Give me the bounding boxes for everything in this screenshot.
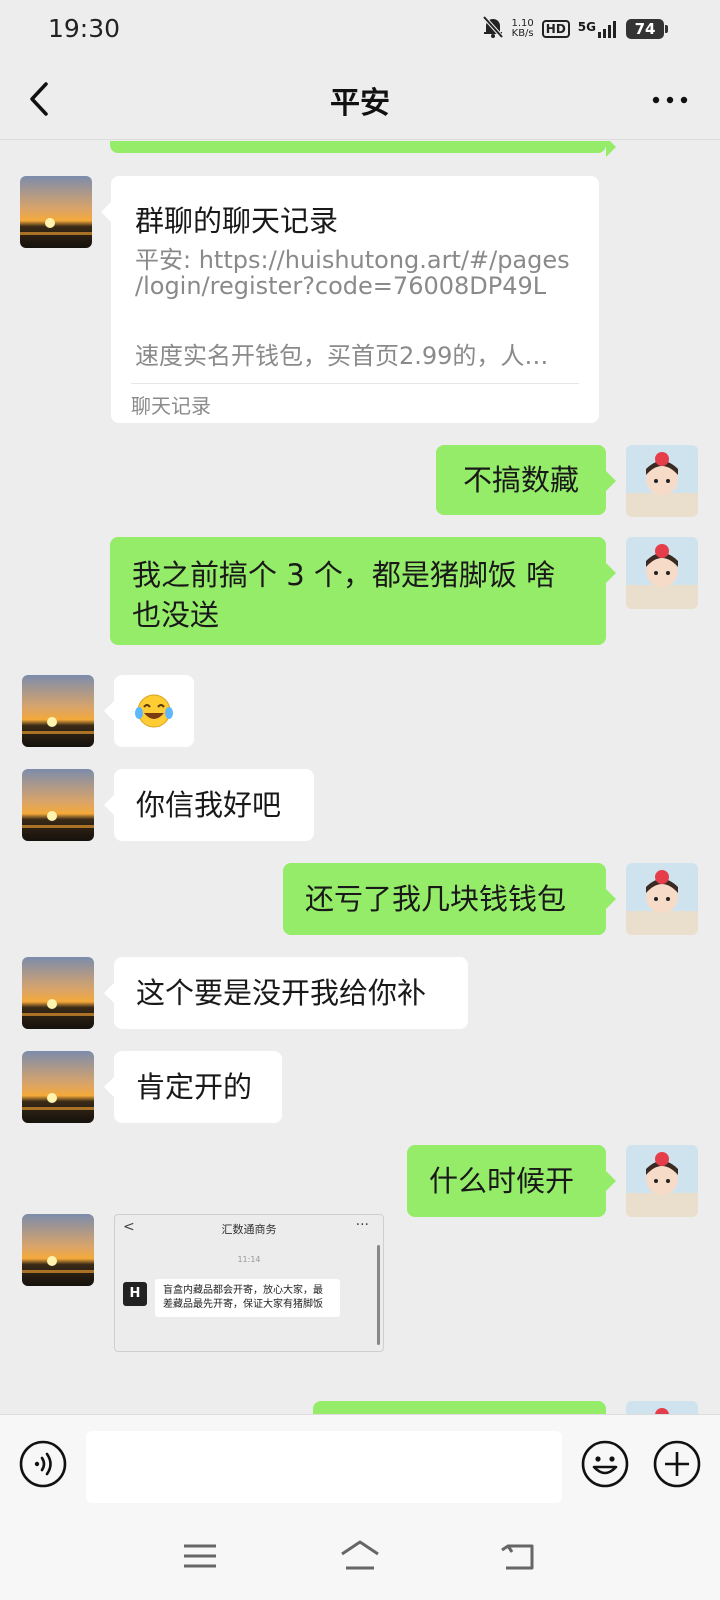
chat-record-card[interactable]: 群聊的聊天记录 平安: https://huishutong.art/#/pag… [101,176,599,423]
message-bubble[interactable]: 不搞数藏 [436,445,616,515]
mute-bell-icon [482,15,504,43]
laughing-tears-emoji-icon [135,694,173,728]
home-icon [341,1540,379,1570]
contact-avatar[interactable] [20,176,92,248]
message-bubble[interactable]: 肯定开的 [104,1051,282,1123]
message-input[interactable] [86,1431,562,1503]
contact-avatar[interactable] [22,1051,94,1123]
more-button[interactable] [650,82,690,118]
contact-avatar[interactable] [22,675,94,747]
signal-icon: 5G [578,20,618,38]
card-title: 群聊的聊天记录 [135,204,339,238]
card-footer: 聊天记录 [131,394,211,418]
hd-badge: HD [541,20,570,38]
message-bubble[interactable]: 我之前搞个 3 个，都是猪脚饭 啥 也没送 [110,537,616,645]
contact-avatar[interactable] [22,957,94,1029]
shot-title: 汇数通商务 [221,1223,277,1236]
my-avatar[interactable] [626,445,698,517]
message-bubble[interactable]: 你信我好吧 [104,769,314,841]
my-avatar[interactable] [626,863,698,935]
message-line-2: 也没送 [132,598,220,632]
shot-logo: H [123,1282,147,1306]
plus-icon [653,1440,701,1488]
message-bubble[interactable]: 还亏了我几块钱钱包 [283,863,616,935]
voice-button[interactable] [18,1439,68,1489]
chat-messages[interactable]: 群聊的聊天记录 平安: https://huishutong.art/#/pag… [0,141,720,1414]
message-bubble-partial[interactable] [313,1401,606,1414]
message-bubble-partial[interactable] [110,141,616,157]
card-line-3: 速度实名开钱包，买首页2.99的，人… [135,342,549,370]
network-speed: 1.10 KB/s [512,19,534,39]
shot-scrollbar [377,1245,380,1345]
voice-icon [19,1440,67,1488]
battery-icon: 74 [626,19,668,39]
shot-time: 11:14 [237,1255,261,1264]
my-avatar[interactable] [626,1145,698,1217]
shot-message: 盲盒内藏品都会开寄，放心大家，最差藏品最先开寄，保证大家有猪脚饭 [155,1279,340,1317]
chat-header: 平安 [0,58,720,140]
message-line-1: 我之前搞个 3 个，都是猪脚饭 啥 [132,558,556,592]
my-avatar[interactable] [626,537,698,609]
image-message[interactable]: < 汇数通商务 ··· 11:14 H 盲盒内藏品都会开寄，放心大家，最差藏品最… [114,1214,384,1352]
emoji-button[interactable] [580,1439,630,1489]
system-back-button[interactable] [498,1536,542,1576]
card-line-1: 平安: https://huishutong.art/#/pages [135,246,570,274]
my-avatar[interactable] [626,1401,698,1414]
system-home-button[interactable] [338,1536,382,1576]
net-speed-unit: KB/s [511,28,534,39]
card-divider [131,383,579,384]
status-bar: 19:30 1.10 KB/s HD 5G 74 [0,0,720,58]
contact-avatar[interactable] [22,769,94,841]
chat-title: 平安 [330,86,390,121]
menu-icon [184,1544,216,1568]
message-bubble[interactable]: 这个要是没开我给你补 [104,957,468,1029]
emoji-icon [581,1440,629,1488]
contact-avatar[interactable] [22,1214,94,1286]
input-bar [0,1414,720,1514]
shot-more-icon: ··· [355,1217,369,1233]
message-bubble[interactable]: 什么时候开 [407,1145,616,1217]
more-dots-icon [652,96,688,104]
plus-button[interactable] [652,1439,702,1489]
status-time: 19:30 [48,14,121,43]
back-icon [501,1544,534,1570]
network-label: 5G [577,20,596,34]
system-menu-button[interactable] [178,1536,222,1576]
status-icons: 1.10 KB/s HD 5G 74 [482,15,668,43]
emoji-bubble[interactable] [104,675,194,747]
system-navigation-bar [0,1514,720,1600]
card-line-2: /login/register?code=76008DP49L [135,272,547,300]
